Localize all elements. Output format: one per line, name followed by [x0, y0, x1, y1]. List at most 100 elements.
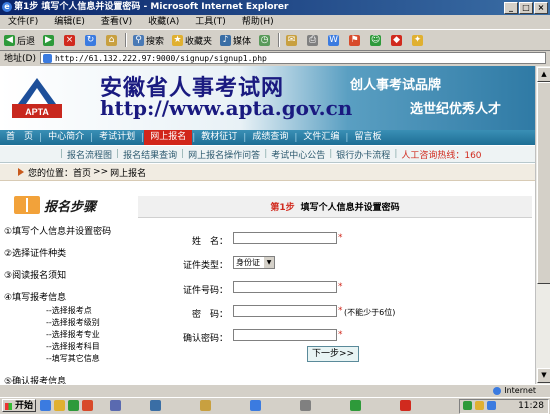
media-button[interactable]: ♪ 媒体 — [216, 31, 255, 49]
taskbar-app-icon[interactable] — [150, 400, 161, 411]
edit-button[interactable]: W — [324, 31, 345, 49]
tray-network-icon[interactable] — [463, 401, 472, 410]
subnav-bank-card[interactable]: 银行办卡流程 — [332, 148, 394, 161]
subnav-announcement[interactable]: 考试中心公告 — [267, 148, 329, 161]
toolbar-extra-icon: ✦ — [412, 34, 424, 46]
step-item: ②选择证件种类 — [4, 249, 67, 259]
mail-icon: ✉ — [286, 34, 298, 46]
menu-bar: 文件(F) 编辑(E) 查看(V) 收藏(A) 工具(T) 帮助(H) — [0, 15, 550, 29]
idno-input[interactable] — [233, 281, 337, 293]
scroll-down-icon[interactable]: ▼ — [537, 368, 550, 383]
close-button[interactable]: × — [534, 2, 548, 14]
address-input[interactable]: http://61.132.222.97:9000/signup/signup1… — [39, 51, 546, 64]
media-label: 媒体 — [233, 36, 252, 47]
menu-edit[interactable]: 编辑(E) — [46, 15, 93, 29]
scroll-up-icon[interactable]: ▲ — [537, 67, 550, 82]
substep-item: --选择报考科目 — [46, 342, 100, 351]
stop-button[interactable]: × — [60, 31, 81, 49]
taskbar-app-icon[interactable] — [350, 400, 361, 411]
research-button[interactable]: ◆ — [387, 31, 408, 49]
mail-button[interactable]: ✉ — [282, 31, 303, 49]
discuss-button[interactable]: ⚑ — [345, 31, 366, 49]
start-button[interactable]: 开始 — [2, 399, 36, 412]
main-nav: 首 页 | 中心简介 | 考试计划 | 网上报名 | 教材征订 | 成绩查询 | 文件汇编 |… — [0, 130, 535, 145]
nav-textbook[interactable]: 教材征订 — [195, 130, 243, 145]
chevron-down-icon: ▼ — [264, 257, 274, 268]
title-bar: e 第1步 填写个人信息并设置密码 - Microsoft Internet E… — [0, 0, 550, 15]
idtype-label: 证件类型： — [182, 261, 228, 271]
status-bar: Internet — [0, 384, 550, 398]
favorites-star-icon: ★ — [172, 34, 184, 46]
favorites-label: 收藏夹 — [185, 36, 213, 47]
quicklaunch-desktop-icon[interactable] — [68, 400, 79, 411]
tray-volume-icon[interactable] — [475, 401, 484, 410]
vertical-scrollbar[interactable]: ▲ ▼ — [535, 66, 550, 384]
quicklaunch-ie-icon[interactable] — [40, 400, 51, 411]
scrollbar-thumb[interactable] — [537, 82, 550, 284]
nav-exam-plan[interactable]: 考试计划 — [93, 130, 141, 145]
home-button[interactable]: ⌂ — [102, 31, 123, 49]
menu-file[interactable]: 文件(F) — [0, 15, 46, 29]
subnav-faq[interactable]: 网上报名操作问答 — [184, 148, 264, 161]
print-button[interactable]: ⎙ — [303, 31, 324, 49]
password-label: 密 码： — [191, 310, 228, 320]
nav-online-signup[interactable]: 网上报名 — [144, 130, 193, 145]
address-label: 地址(D) — [4, 54, 36, 64]
step-item: ①填写个人信息并设置密码 — [4, 227, 112, 237]
system-tray: 11:28 — [459, 399, 549, 414]
breadcrumb-home[interactable]: 首页 — [73, 166, 91, 179]
maximize-button[interactable]: □ — [519, 2, 533, 14]
next-step-button[interactable]: 下一步>> — [307, 346, 359, 362]
name-input[interactable] — [233, 232, 337, 244]
favorites-button[interactable]: ★ 收藏夹 — [168, 31, 216, 49]
nav-score-query[interactable]: 成绩查询 — [246, 130, 294, 145]
taskbar-app-icon[interactable] — [300, 400, 311, 411]
search-icon: ⚲ — [133, 34, 145, 46]
slogan-primary: 创人事考试品牌 — [350, 78, 442, 93]
subnav-flowchart[interactable]: 报名流程图 — [63, 148, 116, 161]
form-header: 第1步 填写个人信息并设置密码 — [138, 196, 532, 218]
search-button[interactable]: ⚲ 搜索 — [129, 31, 168, 49]
taskbar-app-icon[interactable] — [250, 400, 261, 411]
name-required-mark: * — [338, 233, 343, 243]
minimize-button[interactable]: _ — [504, 2, 518, 14]
menu-view[interactable]: 查看(V) — [93, 15, 140, 29]
taskbar-app-icon[interactable] — [400, 400, 411, 411]
taskbar-app-icon[interactable] — [200, 400, 211, 411]
stop-icon: × — [64, 34, 76, 46]
logo-text: APTA — [25, 107, 49, 117]
substep-item: --选择报考级别 — [46, 318, 100, 327]
quicklaunch-folder-icon[interactable] — [54, 400, 65, 411]
zone-label: Internet — [504, 386, 536, 395]
substep-item: --选择报考点 — [46, 306, 92, 315]
messenger-button[interactable]: ☺ — [366, 31, 387, 49]
menu-favorites[interactable]: 收藏(A) — [140, 15, 187, 29]
password-input[interactable] — [233, 305, 337, 317]
apta-logo: APTA — [12, 78, 62, 118]
taskbar-app-icon[interactable] — [110, 400, 121, 411]
nav-about[interactable]: 中心简介 — [42, 130, 90, 145]
idtype-select[interactable]: 身份证 ▼ — [233, 256, 275, 269]
password-hint: (不能少于6位) — [344, 308, 396, 317]
refresh-button[interactable]: ↻ — [81, 31, 102, 49]
ie-icon: e — [2, 2, 12, 12]
menu-tools[interactable]: 工具(T) — [187, 15, 234, 29]
nav-guestbook[interactable]: 留言板 — [348, 130, 387, 145]
steps-title: 报名步骤 — [44, 199, 97, 215]
subnav-result-query[interactable]: 报名结果查询 — [119, 148, 181, 161]
nav-documents[interactable]: 文件汇编 — [297, 130, 345, 145]
site-url: http://www.apta.gov.cn — [100, 96, 353, 120]
extra-tool-button[interactable]: ✦ — [408, 31, 429, 49]
tray-app-icon[interactable] — [487, 401, 496, 410]
menu-help[interactable]: 帮助(H) — [234, 15, 282, 29]
password-required-mark: * — [338, 306, 343, 316]
confirm-password-input[interactable] — [233, 329, 337, 341]
quicklaunch-app-icon[interactable] — [82, 400, 93, 411]
discuss-icon: ⚑ — [349, 34, 361, 46]
back-arrow-icon: ◀ — [4, 34, 15, 46]
nav-home[interactable]: 首 页 — [0, 130, 39, 145]
confirm-required-mark: * — [338, 330, 343, 340]
back-button[interactable]: ◀ 后退 — [0, 31, 39, 49]
forward-button[interactable]: ▶ — [39, 31, 60, 49]
history-button[interactable]: ◷ — [255, 31, 276, 49]
